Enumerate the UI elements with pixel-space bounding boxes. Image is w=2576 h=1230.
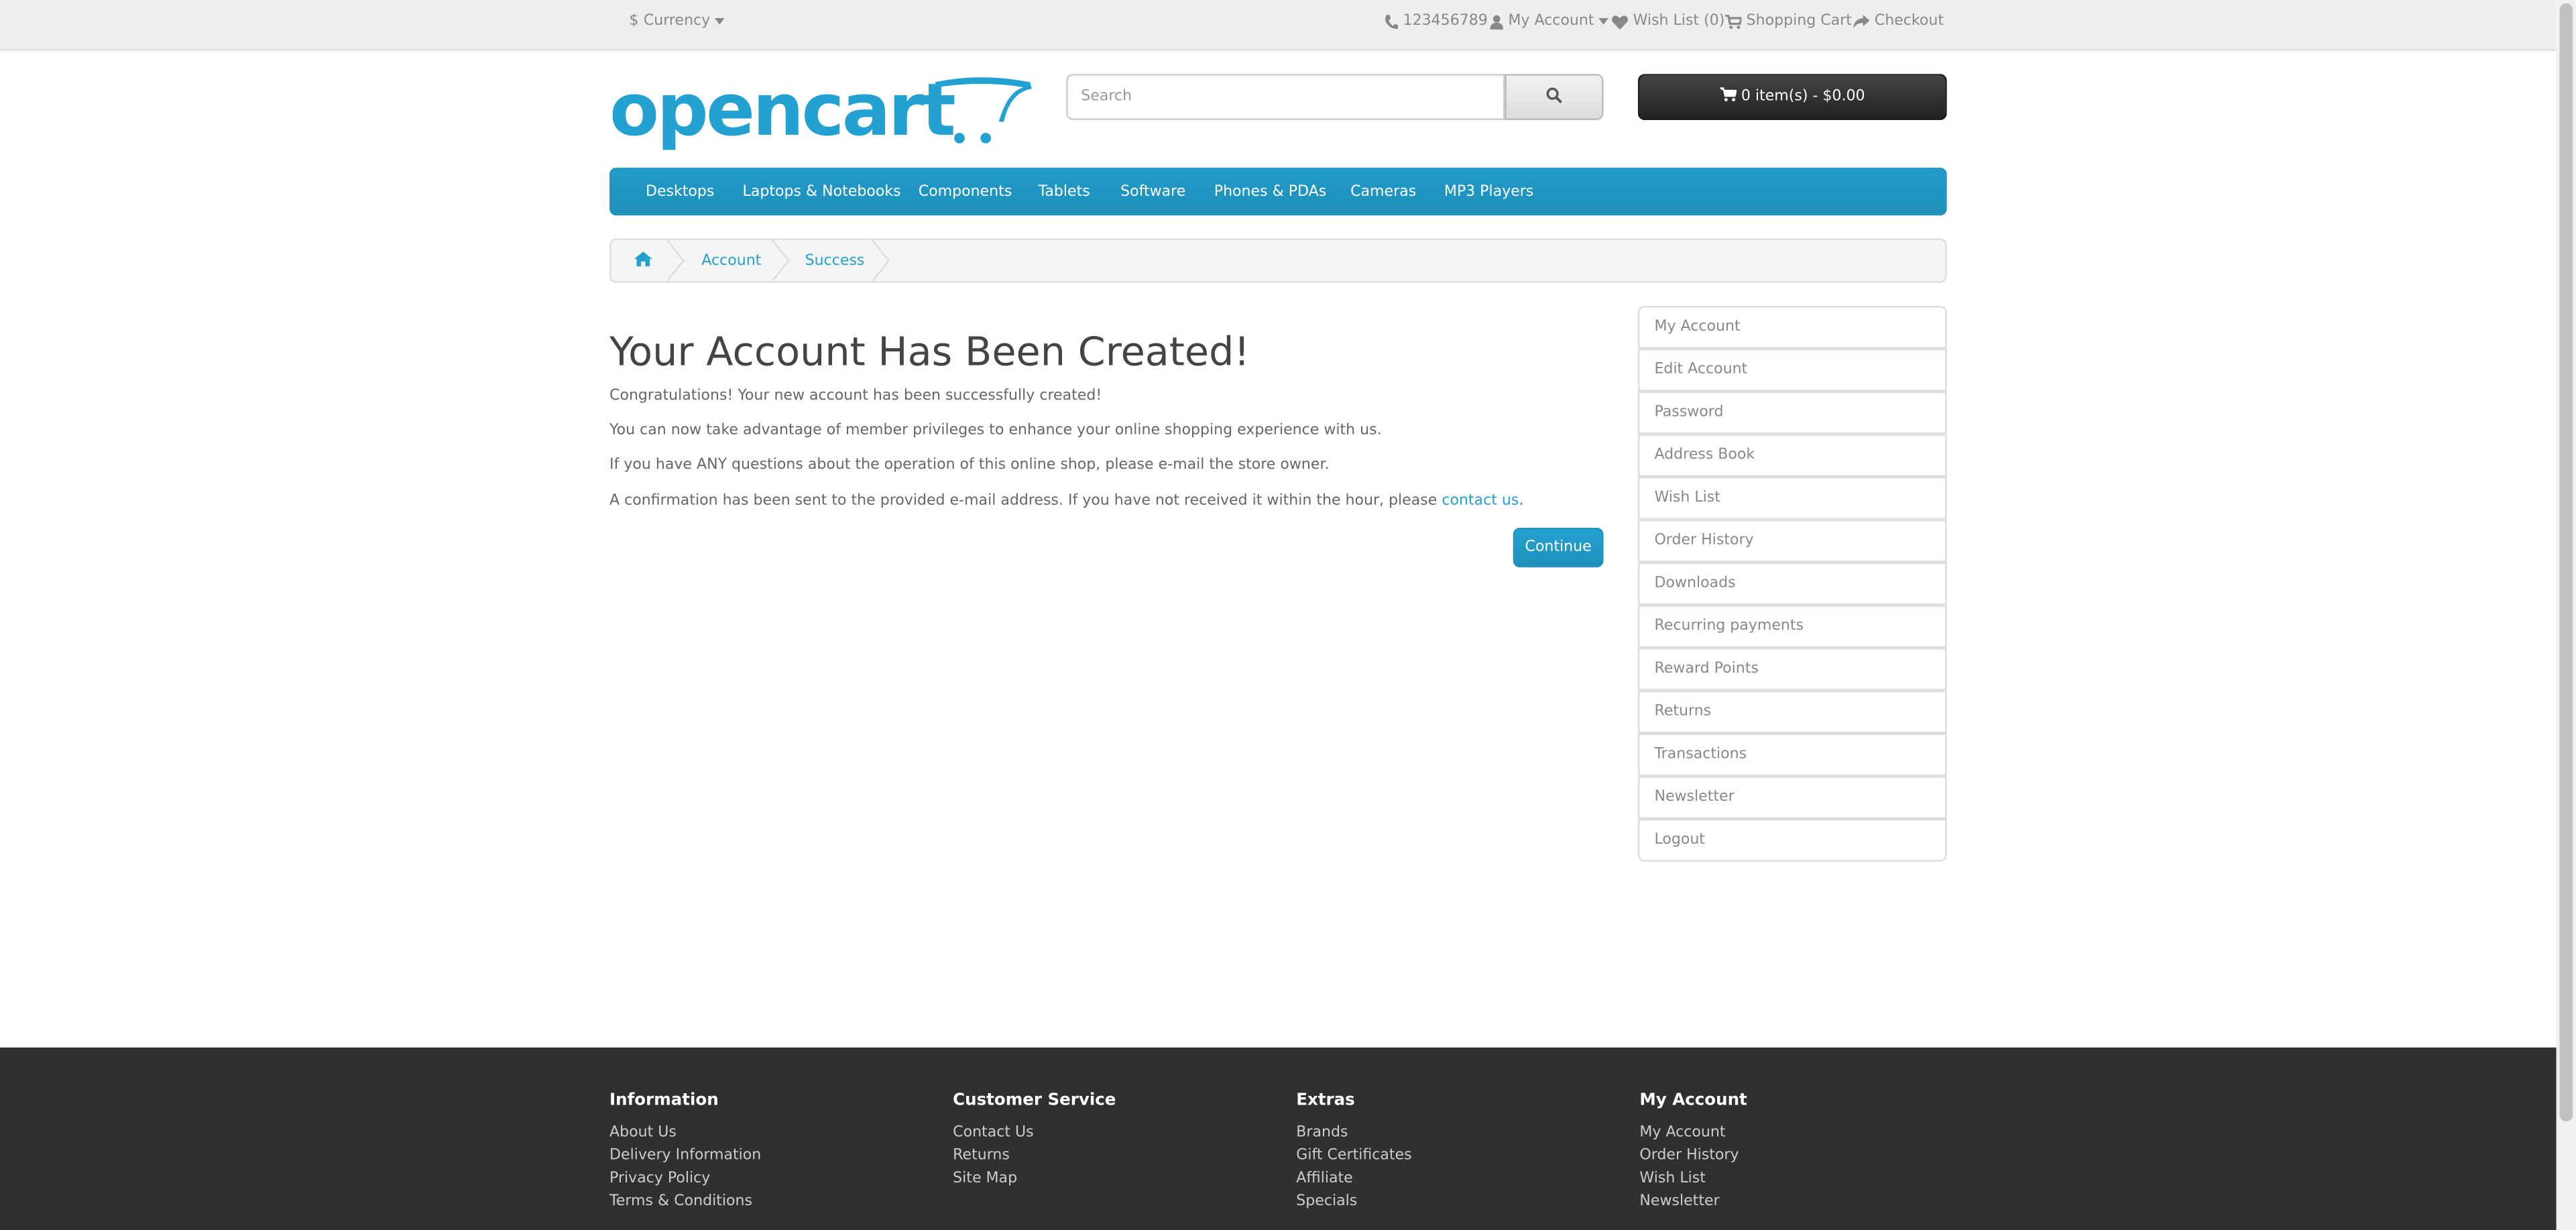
- sidebar-item-newsletter[interactable]: Newsletter: [1637, 776, 1947, 820]
- menu-item-phones-pdas[interactable]: Phones & PDAs: [1214, 184, 1327, 201]
- footer-link-terms-conditions[interactable]: Terms & Conditions: [609, 1194, 752, 1211]
- phone-number: 123456789: [1403, 13, 1488, 30]
- caret-down-icon: [1598, 17, 1609, 25]
- scrollbar-thumb[interactable]: [2559, 3, 2573, 1122]
- sidebar-item-edit-account[interactable]: Edit Account: [1637, 348, 1947, 392]
- footer-link-specials[interactable]: Specials: [1296, 1194, 1357, 1211]
- sidebar-item-recurring-payments[interactable]: Recurring payments: [1637, 605, 1947, 649]
- footer-heading-information: Information: [609, 1092, 719, 1111]
- menu-item-mp3-players[interactable]: MP3 Players: [1444, 184, 1534, 201]
- confirmation-message: A confirmation has been sent to the prov…: [609, 493, 1438, 510]
- wish-list-link[interactable]: Wish List (0): [1611, 13, 1725, 30]
- caret-down-icon: [715, 17, 725, 25]
- cart-button[interactable]: 0 item(s) - $0.00: [1637, 74, 1947, 120]
- breadcrumb-separator: [666, 239, 685, 282]
- phone-icon: [1385, 13, 1399, 29]
- heart-icon: [1611, 14, 1629, 29]
- page-title: Your Account Has Been Created!: [609, 329, 1250, 376]
- breadcrumb-home[interactable]: [634, 251, 652, 271]
- cart-total-label: 0 item(s) - $0.00: [1741, 89, 1865, 105]
- footer-link-about-us[interactable]: About Us: [609, 1125, 677, 1141]
- checkout-link[interactable]: Checkout: [1853, 13, 1944, 30]
- sidebar-item-order-history[interactable]: Order History: [1637, 519, 1947, 563]
- footer-link-affiliate[interactable]: Affiliate: [1296, 1171, 1352, 1188]
- footer-link-privacy-policy[interactable]: Privacy Policy: [609, 1171, 710, 1188]
- congratulations-text: Congratulations! Your new account has be…: [609, 388, 1102, 405]
- footer-link-returns[interactable]: Returns: [953, 1148, 1010, 1164]
- sidebar-item-transactions[interactable]: Transactions: [1637, 733, 1947, 777]
- breadcrumb-separator: [872, 239, 890, 282]
- menu-item-cameras[interactable]: Cameras: [1350, 184, 1416, 201]
- search-input[interactable]: [1066, 74, 1505, 120]
- home-icon: [634, 251, 652, 272]
- sidebar-item-downloads[interactable]: Downloads: [1637, 562, 1947, 606]
- phone-link[interactable]: 123456789: [1385, 13, 1488, 30]
- page: $ Currency 123456789 My Account Wish Lis…: [0, 0, 2576, 1230]
- sidebar-item-logout[interactable]: Logout: [1637, 819, 1947, 862]
- checkout-label: Checkout: [1874, 13, 1944, 30]
- menu-item-laptops-notebooks[interactable]: Laptops & Notebooks: [743, 184, 901, 201]
- my-account-label: My Account: [1508, 13, 1594, 30]
- member-privileges-text: You can now take advantage of member pri…: [609, 423, 1382, 439]
- menu-item-software[interactable]: Software: [1120, 184, 1185, 201]
- footer-link-gift-certificates[interactable]: Gift Certificates: [1296, 1148, 1411, 1164]
- sidebar-item-address-book[interactable]: Address Book: [1637, 434, 1947, 478]
- wish-list-label: Wish List (0): [1633, 13, 1725, 30]
- sidebar-item-wish-list[interactable]: Wish List: [1637, 477, 1947, 520]
- breadcrumb: Account Success: [609, 238, 1947, 283]
- footer-link-contact-us[interactable]: Contact Us: [953, 1125, 1033, 1141]
- sidebar-item-returns[interactable]: Returns: [1637, 690, 1947, 734]
- footer: [0, 1047, 2557, 1230]
- footer-link-wish-list[interactable]: Wish List: [1639, 1171, 1706, 1188]
- footer-link-site-map[interactable]: Site Map: [953, 1171, 1017, 1188]
- footer-link-newsletter[interactable]: Newsletter: [1639, 1194, 1719, 1211]
- logo-text: opencart: [609, 68, 956, 154]
- continue-button[interactable]: Continue: [1513, 528, 1604, 567]
- my-account-dropdown[interactable]: My Account: [1490, 13, 1609, 30]
- search-icon: [1546, 87, 1563, 108]
- shopping-cart-icon: [1724, 13, 1742, 29]
- main-menu: Desktops Laptops & Notebooks Components …: [609, 168, 1947, 216]
- footer-link-delivery-information[interactable]: Delivery Information: [609, 1148, 761, 1164]
- footer-link-order-history[interactable]: Order History: [1639, 1148, 1739, 1164]
- currency-label: Currency: [643, 13, 711, 30]
- confirmation-period: .: [1519, 493, 1524, 510]
- menu-item-desktops[interactable]: Desktops: [646, 184, 714, 201]
- footer-heading-extras: Extras: [1296, 1092, 1355, 1111]
- breadcrumb-separator: [772, 239, 790, 282]
- page-scrollbar[interactable]: [2556, 0, 2576, 1230]
- contact-us-link[interactable]: contact us: [1442, 494, 1519, 510]
- currency-dropdown[interactable]: $ Currency: [629, 13, 725, 30]
- breadcrumb-success[interactable]: Success: [805, 254, 865, 270]
- sidebar-item-my-account[interactable]: My Account: [1637, 306, 1947, 349]
- shopping-cart-icon: [1717, 87, 1737, 107]
- footer-heading-my-account: My Account: [1639, 1092, 1747, 1111]
- sidebar-item-password[interactable]: Password: [1637, 391, 1947, 435]
- shopping-cart-label: Shopping Cart: [1746, 13, 1852, 30]
- footer-link-my-account[interactable]: My Account: [1639, 1125, 1725, 1141]
- sidebar-item-reward-points[interactable]: Reward Points: [1637, 648, 1947, 691]
- user-icon: [1490, 14, 1504, 29]
- breadcrumb-account[interactable]: Account: [701, 254, 761, 270]
- search-button[interactable]: [1505, 74, 1604, 120]
- questions-text: If you have ANY questions about the oper…: [609, 457, 1330, 474]
- cart-swoosh-icon: [935, 77, 1032, 144]
- menu-item-components[interactable]: Components: [919, 184, 1012, 201]
- store-logo[interactable]: opencart: [609, 72, 1033, 158]
- share-arrow-icon: [1853, 13, 1870, 29]
- menu-item-tablets[interactable]: Tablets: [1039, 184, 1090, 201]
- currency-symbol: $: [629, 13, 639, 30]
- shopping-cart-link[interactable]: Shopping Cart: [1724, 13, 1852, 30]
- footer-link-brands[interactable]: Brands: [1296, 1125, 1348, 1141]
- top-bar: $ Currency 123456789 My Account Wish Lis…: [0, 0, 2557, 52]
- footer-heading-customer-service: Customer Service: [953, 1092, 1116, 1111]
- confirmation-text: A confirmation has been sent to the prov…: [609, 494, 1523, 510]
